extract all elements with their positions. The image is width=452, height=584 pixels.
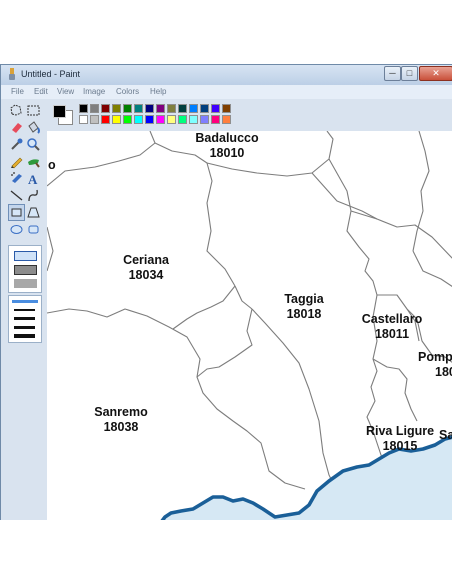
map-label-riva-ligure: Riva Ligure 18015 (365, 424, 435, 453)
map-label-badalucco: Badalucco 18010 (195, 131, 259, 160)
rect-select-icon[interactable] (26, 103, 41, 118)
color-palette (47, 99, 452, 131)
boundary-line (172, 285, 236, 330)
line-width-options (8, 295, 42, 343)
line-width-4[interactable] (14, 326, 35, 329)
boundary-line (196, 308, 253, 378)
ellipse-icon[interactable] (9, 222, 24, 237)
pencil-icon[interactable] (9, 154, 24, 169)
boundary-line (234, 285, 253, 310)
color-swatch[interactable] (211, 115, 220, 124)
color-swatch[interactable] (167, 104, 176, 113)
line-width-2[interactable] (14, 309, 35, 311)
color-swatch[interactable] (90, 115, 99, 124)
boundary-line (47, 226, 54, 272)
color-swatch[interactable] (101, 104, 110, 113)
maximize-button[interactable]: □ (401, 66, 418, 81)
close-button[interactable]: ✕ (419, 66, 452, 81)
minimize-button[interactable]: ─ (384, 66, 401, 81)
drawing-canvas[interactable]: Badalucco 18010 o Ceriana 18034 Taggia 1… (47, 131, 452, 520)
line-width-3[interactable] (14, 317, 35, 320)
fill-style-options (8, 245, 42, 293)
color-swatch[interactable] (123, 104, 132, 113)
window-title: Untitled - Paint (21, 69, 81, 79)
title-bar[interactable]: Untitled - Paint ─ □ ✕ (1, 65, 452, 85)
color-swatch[interactable] (156, 115, 165, 124)
fill-only-option[interactable] (14, 279, 37, 288)
airbrush-icon[interactable] (9, 171, 24, 186)
color-swatch[interactable] (178, 104, 187, 113)
eyedropper-icon[interactable] (9, 137, 24, 152)
eraser-icon[interactable] (9, 120, 24, 135)
color-swatch[interactable] (211, 104, 220, 113)
free-select-icon[interactable] (9, 103, 24, 118)
map-label-partial-sa: Sa (439, 428, 452, 442)
map-label-ceriana: Ceriana 18034 (123, 253, 169, 282)
map-label-sanremo: Sanremo 18038 (94, 405, 148, 434)
color-swatch[interactable] (101, 115, 110, 124)
color-swatch[interactable] (189, 115, 198, 124)
boundary-line (47, 131, 156, 187)
map-label-taggia: Taggia 18018 (284, 292, 324, 321)
menu-image[interactable]: Image (83, 87, 105, 96)
color-swatch[interactable] (145, 104, 154, 113)
color-swatch[interactable] (123, 115, 132, 124)
color-swatch[interactable] (222, 104, 231, 113)
color-swatch[interactable] (200, 115, 209, 124)
boundary-line (372, 358, 418, 422)
rectangle-icon[interactable] (8, 204, 25, 221)
fill-icon[interactable] (26, 120, 41, 135)
color-swatch[interactable] (167, 115, 176, 124)
color-swatch[interactable] (178, 115, 187, 124)
color-swatch[interactable] (90, 104, 99, 113)
text-icon[interactable]: A (26, 171, 41, 186)
boundary-line (311, 172, 452, 259)
map-label-castellaro: Castellaro 18011 (361, 312, 423, 341)
color-swatch[interactable] (134, 104, 143, 113)
curve-icon[interactable] (26, 188, 41, 203)
color-swatch[interactable] (145, 115, 154, 124)
menu-view[interactable]: View (57, 87, 74, 96)
color-swatch[interactable] (189, 104, 198, 113)
color-swatch[interactable] (112, 104, 121, 113)
menu-file[interactable]: File (11, 87, 24, 96)
line-width-1[interactable] (12, 300, 38, 303)
boundary-line (47, 308, 306, 490)
paint-window: Untitled - Paint ─ □ ✕ File Edit View Im… (0, 64, 452, 520)
line-width-5[interactable] (14, 334, 35, 338)
current-colors[interactable] (51, 103, 73, 125)
boundary-line (251, 308, 338, 492)
color-swatch[interactable] (200, 104, 209, 113)
menu-help[interactable]: Help (150, 87, 166, 96)
outline-only-option[interactable] (14, 251, 37, 261)
toolbox: A (1, 99, 47, 520)
rounded-rect-icon[interactable] (26, 222, 41, 237)
menu-bar: File Edit View Image Colors Help (1, 85, 452, 99)
color-swatch[interactable] (156, 104, 165, 113)
line-icon[interactable] (9, 188, 24, 203)
color-swatch[interactable] (134, 115, 143, 124)
color-swatch[interactable] (79, 115, 88, 124)
boundary-line (412, 250, 452, 287)
foreground-color-box[interactable] (53, 105, 66, 118)
brush-icon[interactable] (26, 154, 41, 169)
paint-app-icon (9, 68, 15, 80)
map-label-partial-o: o (48, 158, 56, 172)
menu-edit[interactable]: Edit (34, 87, 48, 96)
magnifier-icon[interactable] (26, 137, 41, 152)
svg-text:A: A (28, 172, 38, 186)
boundary-line (328, 158, 378, 220)
menu-colors[interactable]: Colors (116, 87, 139, 96)
color-swatch[interactable] (79, 104, 88, 113)
color-swatch[interactable] (112, 115, 121, 124)
outline-fill-option[interactable] (14, 265, 37, 275)
map-label-pomp-partial: Pomp 180 (418, 350, 452, 379)
polygon-icon[interactable] (26, 205, 41, 220)
color-swatch[interactable] (222, 115, 231, 124)
